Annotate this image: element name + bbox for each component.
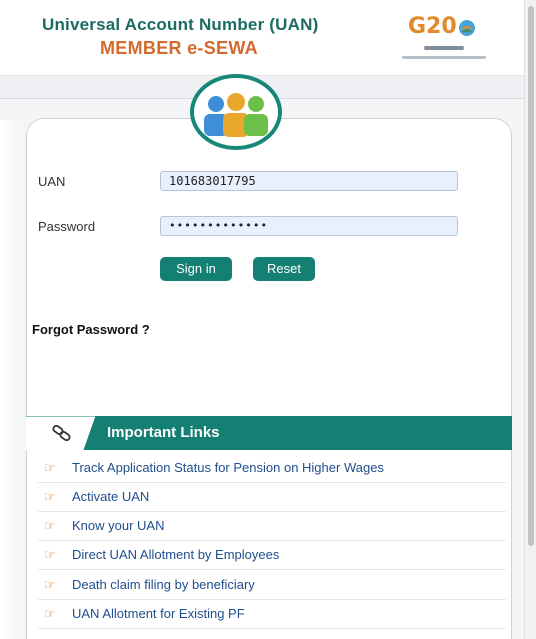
page-header: Universal Account Number (UAN) MEMBER e-… bbox=[0, 0, 524, 76]
vertical-scrollbar[interactable] bbox=[524, 0, 536, 639]
scrollbar-thumb[interactable] bbox=[528, 6, 534, 546]
password-input[interactable]: ••••••••••••• bbox=[160, 216, 458, 236]
link-label[interactable]: Activate UAN bbox=[72, 489, 149, 504]
important-links-title: Important Links bbox=[107, 424, 220, 441]
link-label[interactable]: Know your UAN bbox=[72, 518, 164, 533]
link-label[interactable]: Death claim filing by beneficiary bbox=[72, 577, 255, 592]
link-label[interactable]: Track Application Status for Pension on … bbox=[72, 460, 384, 475]
forgot-password-link[interactable]: Forgot Password ? bbox=[32, 322, 150, 337]
link-death-claim-filing[interactable]: ☞ Death claim filing by beneficiary bbox=[38, 571, 506, 600]
hand-pointing-icon: ☞ bbox=[44, 607, 56, 622]
uan-input[interactable]: 101683017795 bbox=[160, 171, 458, 191]
reset-button[interactable]: Reset bbox=[253, 257, 315, 281]
link-activate-uan[interactable]: ☞ Activate UAN bbox=[38, 483, 506, 512]
people-group-icon bbox=[204, 93, 268, 137]
hand-pointing-icon: ☞ bbox=[44, 490, 56, 505]
important-links-header bbox=[26, 416, 512, 450]
password-label: Password bbox=[38, 219, 96, 234]
chain-link-icon bbox=[52, 424, 71, 442]
g20-logo-text: G20 bbox=[408, 14, 457, 39]
uan-label: UAN bbox=[38, 174, 66, 189]
g20-logo: G20 bbox=[402, 10, 486, 66]
g20-tagline-hindi bbox=[424, 46, 464, 50]
link-track-pension-status[interactable]: ☞ Track Application Status for Pension o… bbox=[38, 454, 506, 483]
left-background-fade bbox=[0, 120, 20, 639]
link-uan-allotment-existing-pf[interactable]: ☞ UAN Allotment for Existing PF bbox=[38, 600, 506, 629]
link-direct-uan-allotment[interactable]: ☞ Direct UAN Allotment by Employees bbox=[38, 541, 506, 570]
hand-pointing-icon: ☞ bbox=[44, 519, 56, 534]
hand-pointing-icon: ☞ bbox=[44, 548, 56, 563]
site-title: Universal Account Number (UAN) bbox=[42, 15, 319, 34]
link-label[interactable]: UAN Allotment for Existing PF bbox=[72, 606, 245, 621]
hand-pointing-icon: ☞ bbox=[44, 578, 56, 593]
hand-pointing-icon: ☞ bbox=[44, 461, 56, 476]
link-know-your-uan[interactable]: ☞ Know your UAN bbox=[38, 512, 506, 541]
lotus-globe-icon bbox=[459, 20, 475, 36]
sign-in-button[interactable]: Sign in bbox=[160, 257, 232, 281]
site-subtitle: MEMBER e-SEWA bbox=[100, 38, 258, 58]
members-group-icon bbox=[190, 74, 282, 150]
link-label[interactable]: Direct UAN Allotment by Employees bbox=[72, 547, 279, 562]
g20-tagline-english bbox=[402, 56, 486, 59]
